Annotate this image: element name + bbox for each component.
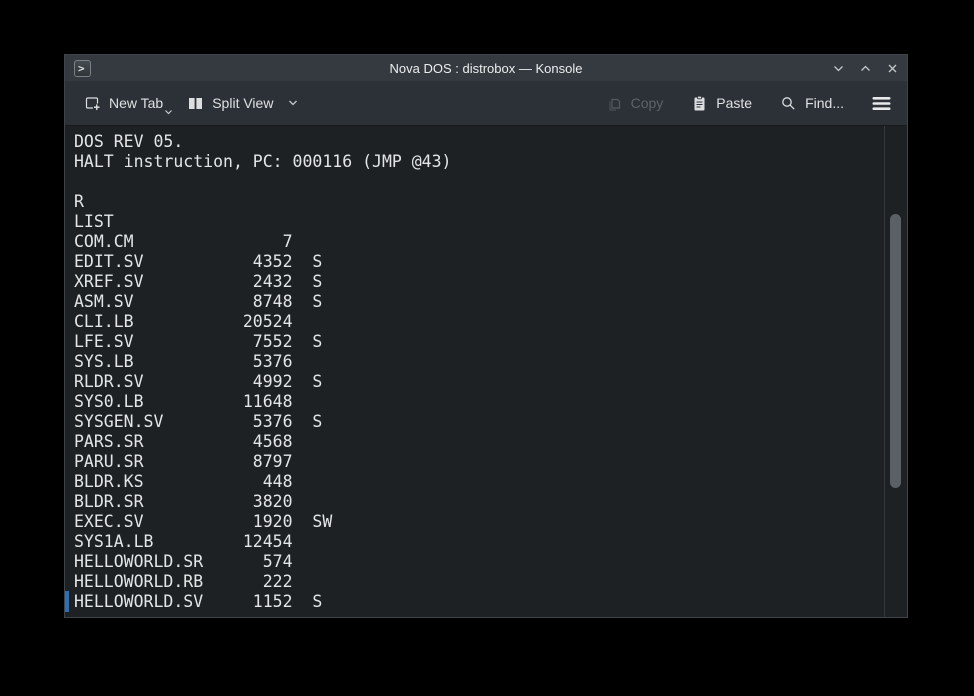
terminal-output: DOS REV 05.HALT instruction, PC: 000116 … bbox=[65, 132, 883, 612]
terminal-line: HELLOWORLD.SV 1152 S bbox=[74, 592, 883, 612]
paste-button[interactable]: Paste bbox=[689, 91, 754, 116]
terminal-line: R bbox=[74, 192, 883, 212]
new-tab-label: New Tab bbox=[109, 95, 163, 111]
minimize-button[interactable] bbox=[831, 61, 845, 75]
konsole-terminal-icon: > bbox=[74, 60, 91, 77]
new-tab-icon bbox=[84, 95, 101, 112]
window-controls bbox=[831, 61, 899, 75]
paste-icon bbox=[691, 95, 708, 112]
terminal-line: SYSGEN.SV 5376 S bbox=[74, 412, 883, 432]
terminal-line: HELLOWORLD.SR 574 bbox=[74, 552, 883, 572]
terminal-line: ASM.SV 8748 S bbox=[74, 292, 883, 312]
terminal-line: BLDR.KS 448 bbox=[74, 472, 883, 492]
terminal-area[interactable]: DOS REV 05.HALT instruction, PC: 000116 … bbox=[65, 126, 907, 617]
terminal-line: EXEC.SV 1920 SW bbox=[74, 512, 883, 532]
terminal-line: DOS REV 05. bbox=[74, 132, 883, 152]
chevron-up-icon bbox=[859, 62, 872, 75]
copy-button[interactable]: Copy bbox=[604, 91, 666, 116]
titlebar[interactable]: > Nova DOS : distrobox — Konsole bbox=[65, 55, 907, 81]
close-button[interactable] bbox=[885, 61, 899, 75]
split-view-icon bbox=[187, 95, 204, 112]
hamburger-menu-icon bbox=[872, 96, 891, 111]
chevron-down-icon bbox=[287, 97, 299, 109]
terminal-line: LIST bbox=[74, 212, 883, 232]
paste-label: Paste bbox=[716, 95, 752, 111]
terminal-line: SYS.LB 5376 bbox=[74, 352, 883, 372]
find-button[interactable]: Find... bbox=[778, 91, 846, 116]
terminal-line: BLDR.SR 3820 bbox=[74, 492, 883, 512]
terminal-line: COM.CM 7 bbox=[74, 232, 883, 252]
terminal-line: RLDR.SV 4992 S bbox=[74, 372, 883, 392]
scrollbar[interactable] bbox=[884, 126, 907, 617]
terminal-line: EDIT.SV 4352 S bbox=[74, 252, 883, 272]
find-label: Find... bbox=[805, 95, 844, 111]
terminal-line: CLI.LB 20524 bbox=[74, 312, 883, 332]
new-tab-button[interactable]: New Tab bbox=[82, 91, 165, 116]
hamburger-menu-button[interactable] bbox=[870, 92, 893, 115]
close-icon bbox=[886, 62, 899, 75]
toolbar: New Tab Split View Copy bbox=[65, 81, 907, 126]
terminal-line: HELLOWORLD.RB 222 bbox=[74, 572, 883, 592]
terminal-line: XREF.SV 2432 S bbox=[74, 272, 883, 292]
terminal-line: LFE.SV 7552 S bbox=[74, 332, 883, 352]
window-title: Nova DOS : distrobox — Konsole bbox=[65, 61, 907, 76]
search-icon bbox=[780, 95, 797, 112]
chevron-down-icon bbox=[832, 62, 845, 75]
terminal-line: SYS1A.LB 12454 bbox=[74, 532, 883, 552]
copy-icon bbox=[606, 95, 623, 112]
split-view-button[interactable]: Split View bbox=[185, 91, 301, 116]
terminal-line: PARU.SR 8797 bbox=[74, 452, 883, 472]
desktop-background: { "window": { "title": "Nova DOS : distr… bbox=[0, 0, 974, 696]
terminal-line: SYS0.LB 11648 bbox=[74, 392, 883, 412]
scrollbar-thumb[interactable] bbox=[890, 214, 901, 488]
terminal-line bbox=[74, 172, 883, 192]
new-tab-dropdown-chevron-icon bbox=[164, 109, 173, 116]
terminal-line: PARS.SR 4568 bbox=[74, 432, 883, 452]
terminal-line: HALT instruction, PC: 000116 (JMP @43) bbox=[74, 152, 883, 172]
konsole-window: > Nova DOS : distrobox — Konsole bbox=[64, 54, 908, 618]
maximize-button[interactable] bbox=[858, 61, 872, 75]
terminal-cursor bbox=[65, 591, 69, 612]
copy-label: Copy bbox=[631, 95, 664, 111]
split-view-label: Split View bbox=[212, 95, 273, 111]
